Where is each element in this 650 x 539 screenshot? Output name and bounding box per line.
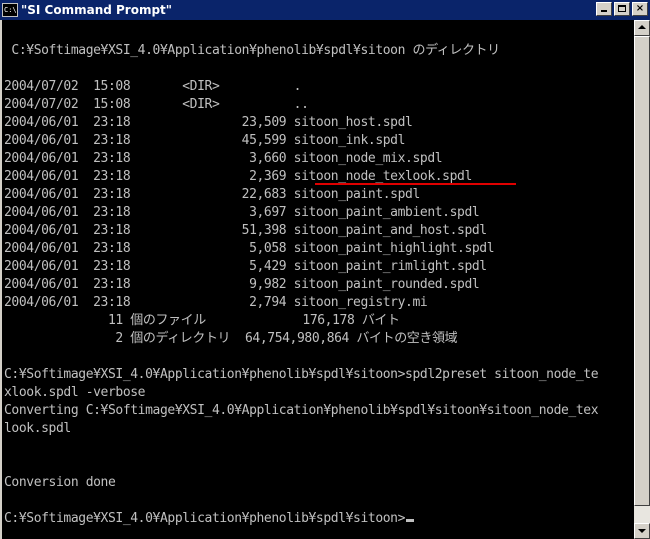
console-line: C:¥Softimage¥XSI_4.0¥Application¥phenoli… [4,43,500,58]
arrow-down-icon [638,529,646,533]
command-prompt-window: C:\ "SI Command Prompt" × C:¥Softimage¥X… [0,0,650,539]
scroll-thumb[interactable] [634,36,650,506]
prompt-text: C:¥Softimage¥XSI_4.0¥Application¥phenoli… [4,511,406,526]
window-title: "SI Command Prompt" [21,3,173,17]
console-line: 2004/06/01 23:18 5,058 sitoon_paint_high… [4,241,495,256]
console-line: 2004/06/01 23:18 22,683 sitoon_paint.spd… [4,187,420,202]
title-bar[interactable]: C:\ "SI Command Prompt" × [0,0,650,20]
close-icon: × [635,3,645,14]
console-line: xlook.spdl -verbose [4,385,146,400]
console-line: 2004/06/01 23:18 23,509 sitoon_host.spdl [4,115,413,130]
console-line: 2004/06/01 23:18 3,660 sitoon_node_mix.s… [4,151,443,166]
console-line: Conversion done [4,475,116,490]
vertical-scrollbar[interactable] [634,20,650,539]
console-line: 2004/06/01 23:18 5,429 sitoon_paint_riml… [4,259,487,274]
maximize-button[interactable] [614,2,630,16]
close-button[interactable]: × [632,2,648,16]
console-output[interactable]: C:¥Softimage¥XSI_4.0¥Application¥phenoli… [2,20,634,539]
console-line: 11 個のファイル 176,178 バイト [4,313,400,328]
scroll-up-button[interactable] [634,20,650,36]
scroll-down-button[interactable] [634,523,650,539]
console-line: C:¥Softimage¥XSI_4.0¥Application¥phenoli… [4,367,599,382]
arrow-up-icon [638,25,646,29]
text-cursor [406,519,415,522]
console-line: 2004/07/02 15:08 <DIR> . [4,79,302,94]
console-prompt-line[interactable]: C:¥Softimage¥XSI_4.0¥Application¥phenoli… [4,510,415,528]
window-controls: × [594,2,648,16]
console-line: look.spdl [4,421,71,436]
console-line: 2 個のディレクトリ 64,754,980,864 バイトの空き領域 [4,331,458,346]
console-app-icon[interactable]: C:\ [2,3,18,17]
minimize-button[interactable] [596,2,612,16]
console-line: 2004/06/01 23:18 51,398 sitoon_paint_and… [4,223,487,238]
console-line: Converting C:¥Softimage¥XSI_4.0¥Applicat… [4,403,599,418]
console-line: 2004/07/02 15:08 <DIR> .. [4,97,309,112]
console-line: 2004/06/01 23:18 9,982 sitoon_paint_roun… [4,277,480,292]
console-line: 2004/06/01 23:18 3,697 sitoon_paint_ambi… [4,205,480,220]
highlight-underline [315,183,516,185]
console-line: 2004/06/01 23:18 45,599 sitoon_ink.spdl [4,133,406,148]
console-line: 2004/06/01 23:18 2,794 sitoon_registry.m… [4,295,428,310]
